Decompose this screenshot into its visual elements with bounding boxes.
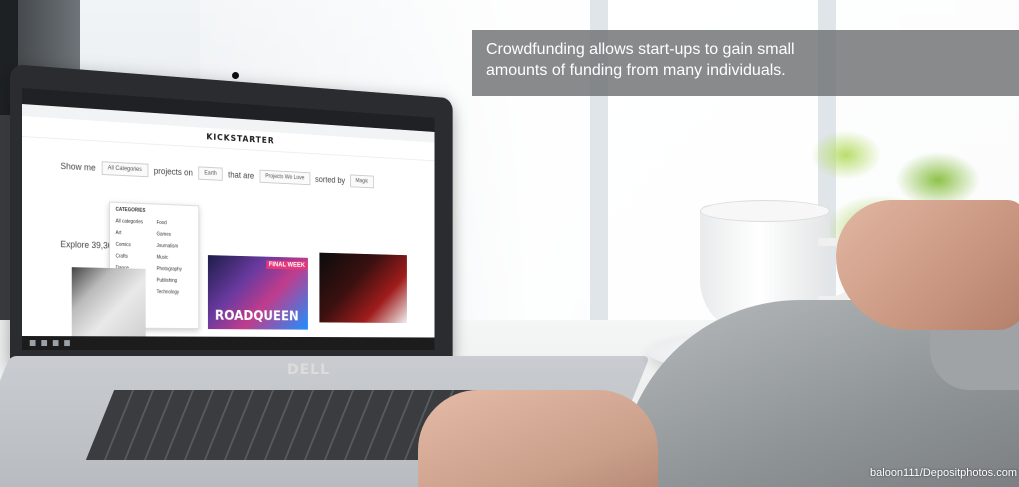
location-select: Earth xyxy=(198,166,223,181)
caption-line: Crowdfunding allows start-ups to gain sm… xyxy=(486,41,795,58)
project-card-title: ROADQUEEN xyxy=(214,308,299,325)
folder-icon xyxy=(52,340,59,347)
webcam xyxy=(232,72,239,79)
laptop-screen: KICKSTARTER Show me All Categories proje… xyxy=(22,88,435,350)
filter-that-are: that are xyxy=(228,169,255,181)
explore-label: Explore 39,36 xyxy=(60,239,113,251)
dell-logo: DELL xyxy=(287,362,331,378)
dropdown-item: Publishing xyxy=(156,277,178,284)
dropdown-item: Comics xyxy=(115,241,131,249)
site-logo: KICKSTARTER xyxy=(206,132,275,147)
dropdown-item: Crafts xyxy=(115,253,128,260)
hand-holding-cup xyxy=(836,200,1019,330)
photo-scene: KICKSTARTER Show me All Categories proje… xyxy=(0,0,1019,487)
hand-on-keyboard xyxy=(418,390,658,487)
project-card-image xyxy=(319,252,407,324)
browser-icon xyxy=(64,340,70,347)
search-icon xyxy=(41,340,48,347)
dropdown-item: Music xyxy=(156,254,169,261)
final-week-badge: FINAL WEEK xyxy=(266,260,308,270)
start-icon xyxy=(29,340,36,347)
cup-rim xyxy=(700,200,830,222)
dropdown-item: Photography xyxy=(156,266,182,273)
caption-line: amounts of funding from many individuals… xyxy=(486,62,786,79)
filter-show-me: Show me xyxy=(60,161,96,173)
project-card-image xyxy=(71,267,146,337)
sort-select: Magic xyxy=(349,174,374,189)
category-select: All Categories xyxy=(101,161,149,178)
caption-overlay: Crowdfunding allows start-ups to gain sm… xyxy=(472,30,1019,96)
filter-projects-on: projects on xyxy=(153,165,193,178)
taskbar xyxy=(22,336,435,350)
dropdown-item: Technology xyxy=(156,289,180,296)
dropdown-item: Journalism xyxy=(156,243,179,250)
qualifier-select: Projects We Love xyxy=(259,169,311,186)
photo-credit: baloon111/Depositphotos.com xyxy=(870,467,1017,479)
filter-sorted-by: sorted by xyxy=(315,174,346,186)
